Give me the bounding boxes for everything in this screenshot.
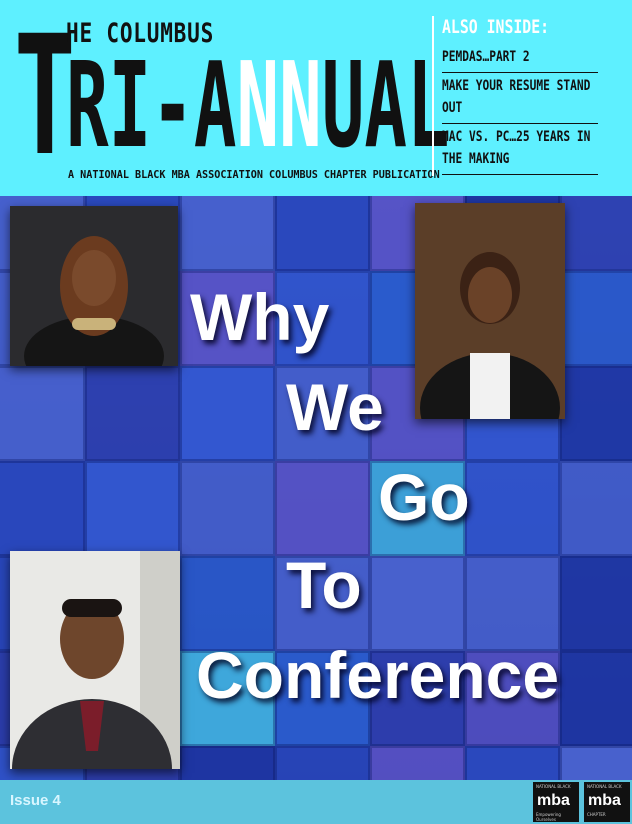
mosaic-tile: [465, 746, 560, 780]
mosaic-tile: [370, 556, 465, 651]
also-inside-item[interactable]: PEMDAS…PART 2: [442, 44, 598, 73]
logo-right-top: NATIONAL BLACK: [587, 784, 622, 789]
mosaic-tile: [180, 366, 275, 461]
nbmba-logo-left: NATIONAL BLACK mba Empowering Ourselves: [533, 782, 579, 822]
mosaic-tile: [560, 461, 632, 556]
mosaic-tile: [180, 746, 275, 780]
mosaic-tile: [560, 651, 632, 746]
headline-word-why: Why: [190, 280, 330, 354]
mosaic-tile: [180, 461, 275, 556]
portrait-woman-2-icon: [415, 203, 565, 419]
mosaic-tile: [275, 196, 370, 271]
headline-word-we: We: [286, 370, 384, 444]
nbmba-logo-right: NATIONAL BLACK mba CHAPTER: [584, 782, 630, 822]
mosaic-tile: [560, 196, 632, 271]
photo-woman-left: [10, 206, 178, 366]
mosaic-tile: [465, 556, 560, 651]
mosaic-tile: [180, 556, 275, 651]
title-part-1: RI-A: [66, 36, 237, 174]
headline-word-conference: Conference: [196, 638, 560, 712]
photo-woman-right: [415, 203, 565, 419]
logo-left-mark: mba: [537, 792, 570, 809]
logo-left-top: NATIONAL BLACK: [536, 784, 571, 789]
mosaic-tile: [560, 366, 632, 461]
footer-bar: Issue 4 NATIONAL BLACK mba Empowering Ou…: [0, 780, 632, 824]
headline-word-go: Go: [378, 460, 470, 534]
mosaic-tile: [275, 746, 370, 780]
photo-man-bottom: [10, 551, 180, 769]
logo-right-sub: CHAPTER: [587, 812, 606, 817]
mosaic-tile: [85, 461, 180, 556]
masthead-divider: [432, 16, 434, 176]
also-inside-item[interactable]: MAC VS. PC…25 YEARS IN THE MAKING: [442, 124, 598, 175]
also-inside-panel: ALSO INSIDE: PEMDAS…PART 2 MAKE YOUR RES…: [442, 16, 602, 175]
mosaic-tile: [275, 461, 370, 556]
logo-left-sub: Empowering Ourselves: [536, 812, 561, 822]
also-inside-title: ALSO INSIDE:: [442, 16, 550, 38]
logo-right-mark: mba: [588, 792, 621, 809]
headline-word-to: To: [286, 548, 362, 622]
mosaic-tile: [560, 746, 632, 780]
portrait-man-icon: [10, 551, 180, 769]
mosaic-tile: [0, 461, 85, 556]
masthead-tagline: A NATIONAL BLACK MBA ASSOCIATION COLUMBU…: [68, 168, 440, 181]
issue-number: Issue 4: [10, 792, 61, 809]
masthead-title: RI-ANNUAL: [66, 46, 450, 164]
mosaic-tile: [560, 271, 632, 366]
title-part-2: NN: [236, 36, 322, 174]
portrait-woman-1-icon: [10, 206, 178, 366]
title-part-3: UAL: [321, 36, 450, 174]
mosaic-tile: [370, 746, 465, 780]
mosaic-tile: [85, 366, 180, 461]
also-inside-item[interactable]: MAKE YOUR RESUME STAND OUT: [442, 73, 598, 124]
mosaic-tile: [180, 196, 275, 271]
mosaic-tile: [560, 556, 632, 651]
mosaic-tile: [465, 461, 560, 556]
mosaic-tile: [0, 366, 85, 461]
masthead: T HE COLUMBUS RI-ANNUAL A NATIONAL BLACK…: [0, 0, 632, 196]
